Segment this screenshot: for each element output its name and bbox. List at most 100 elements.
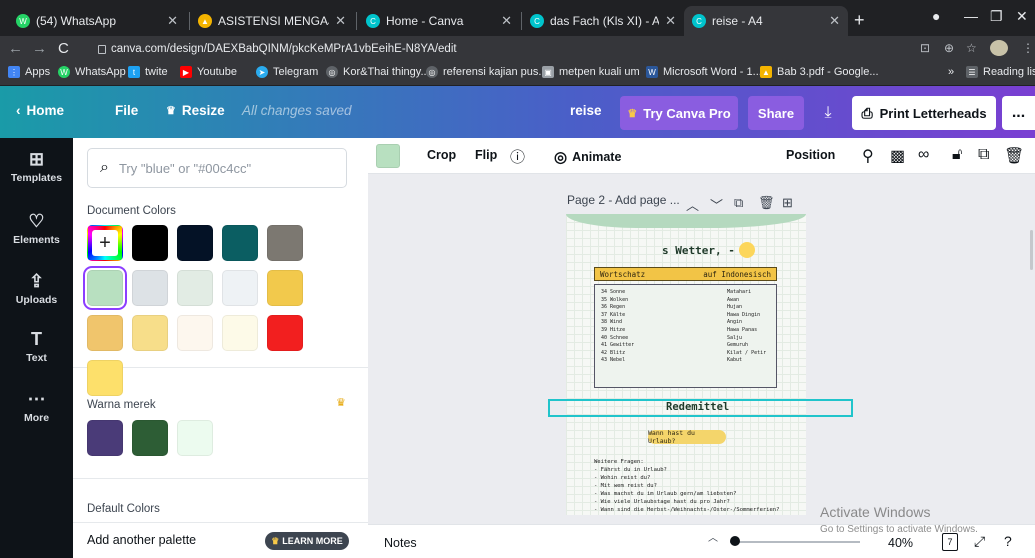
close-icon[interactable]: ✕ [335,13,346,29]
new-tab-button[interactable]: + [854,10,865,31]
learn-more-button[interactable]: ♛ LEARN MORE [265,532,349,550]
rail-item-elements[interactable]: ♡ Elements [0,212,73,246]
design-page[interactable]: s Wetter, - Wortschatz auf Indonesisch 3… [566,214,806,515]
try-canva-pro-button[interactable]: ♛ Try Canva Pro [620,96,738,130]
rail-item-more[interactable]: ⋯ More [0,390,73,424]
tab-home-canva[interactable]: C Home - Canva ✕ [358,6,520,36]
brand-color-swatch[interactable] [177,420,213,456]
url-field[interactable]: canva.com/design/DAEXBabQINM/pkcKeMPrA1v… [98,38,918,60]
color-swatch[interactable] [267,270,303,306]
link-icon[interactable]: ∞ [918,146,929,164]
star-icon[interactable]: ☆ [966,41,977,55]
color-swatch[interactable] [87,360,123,396]
page-title[interactable]: Page 2 - Add page ... [567,193,680,207]
lock-icon[interactable]: 🔓︎ [952,146,962,164]
bookmark-apps[interactable]: ⋮ Apps [8,66,50,78]
reading-list[interactable]: ☰ Reading list [966,66,1035,78]
color-swatch[interactable] [267,315,303,351]
zoom-value[interactable]: 40% [888,536,913,550]
wortschatz-header[interactable]: Wortschatz auf Indonesisch [594,267,777,281]
brand-color-swatch[interactable] [87,420,123,456]
trash-icon[interactable]: 🗑︎ [1004,146,1024,166]
rail-item-uploads[interactable]: ⇪ Uploads [0,272,73,306]
print-letterheads-button[interactable]: ⎙ Print Letterheads [852,96,996,130]
avatar[interactable] [990,40,1008,56]
animate-button[interactable]: ◎ Animate [554,148,621,166]
close-icon[interactable]: ✕ [501,13,512,29]
bookmarks-overflow[interactable]: » [948,66,954,78]
fill-color-swatch[interactable] [376,144,400,168]
color-swatch[interactable] [132,225,168,261]
color-swatch[interactable] [132,315,168,351]
color-swatch[interactable] [222,315,258,351]
vocab-box[interactable]: 34 Sonne Matahari 35 Wolken Awan 36 Regen Huj… [594,284,777,388]
info-icon[interactable]: ⓘ [510,146,525,167]
bookmark-bab3[interactable]: ▲ Bab 3.pdf - Google... [760,66,879,78]
add-color-button[interactable]: + [87,225,123,261]
color-swatch[interactable] [177,225,213,261]
profile-dot-icon[interactable]: ● [932,8,940,24]
forward-icon[interactable]: → [32,40,47,57]
duplicate-icon[interactable]: ⧉ [978,146,989,164]
tab-asistensi[interactable]: ▲ ASISTENSI MENGAJAR SMA ✕ [190,6,354,36]
color-swatch[interactable] [177,315,213,351]
zoom-icon[interactable]: ⊕ [944,41,954,55]
help-icon[interactable]: ? [1004,533,1012,549]
color-swatch[interactable] [177,270,213,306]
chevron-up-icon[interactable]: ︿ [708,529,718,544]
color-swatch[interactable] [267,225,303,261]
color-search-input[interactable]: ⌕ Try "blue" or "#00c4cc" [87,148,347,188]
color-swatch[interactable] [87,315,123,351]
brand-color-swatch[interactable] [132,420,168,456]
paint-roller-icon[interactable]: ⚲ [862,146,874,166]
bookmark-whatsapp[interactable]: W WhatsApp [58,66,126,78]
reload-icon[interactable]: C [58,40,69,57]
zoom-slider-handle[interactable] [730,536,740,546]
selection-box[interactable] [548,399,853,417]
translate-icon[interactable]: ⊡ [920,41,930,55]
close-icon[interactable]: ✕ [167,13,178,29]
bookmark-youtube[interactable]: ▶ Youtube [180,66,237,78]
bookmark-word[interactable]: W Microsoft Word - 1... [646,66,762,78]
chevron-down-icon[interactable]: ﹀ [710,195,723,214]
notes-button[interactable]: Notes [384,536,417,550]
transparency-icon[interactable]: ▩ [890,146,905,166]
bookmark-referensi[interactable]: ◎ referensi kajian pus... [426,66,548,78]
zoom-slider[interactable] [730,541,860,543]
add-page-icon[interactable]: ⊞ [782,195,793,211]
download-icon[interactable]: ⤓ [810,96,846,130]
question-pill[interactable]: Wann hast du Urlaub? [648,429,726,445]
color-swatch[interactable] [132,270,168,306]
file-menu[interactable]: File [115,103,138,118]
add-palette-link[interactable]: Add another palette [87,533,196,547]
menu-icon[interactable]: ⋮ [1022,41,1034,55]
rail-item-text[interactable]: T Text [0,330,73,364]
bookmark-kor-thai[interactable]: ◎ Kor&Thai thingy... [326,66,430,78]
bookmark-metpen[interactable]: ▣ metpen kuali um [542,66,640,78]
close-icon[interactable]: ✕ [829,13,840,29]
color-swatch[interactable] [87,270,123,306]
back-icon[interactable]: ← [8,40,23,57]
maximize-button[interactable]: ❐ [990,8,1003,25]
bookmark-twite[interactable]: t twite [128,66,168,78]
rail-item-templates[interactable]: ⊞ Templates [0,150,73,184]
color-swatch[interactable] [222,225,258,261]
tab-whatsapp[interactable]: W (54) WhatsApp ✕ [8,6,186,36]
share-button[interactable]: Share [748,96,804,130]
home-button[interactable]: ‹ Home [16,103,64,118]
position-button[interactable]: Position [786,148,835,162]
wetter-heading[interactable]: s Wetter, - [662,242,755,258]
resize-button[interactable]: ♛ Resize [166,103,225,118]
tab-das-fach[interactable]: C das Fach (Kls XI) - A4 ✕ [522,6,684,36]
close-icon[interactable]: ✕ [665,13,676,29]
weitere-fragen[interactable]: Weitere Fragen: - Fährst du in Urlaub? - W… [594,458,779,514]
chevron-up-icon[interactable]: ︿ [686,195,699,214]
document-title[interactable]: reise [570,103,602,118]
bookmark-telegram[interactable]: ➤ Telegram [256,66,318,78]
close-window-button[interactable]: ✕ [1016,8,1028,25]
flip-button[interactable]: Flip [475,148,497,162]
crop-button[interactable]: Crop [427,148,456,162]
more-options-button[interactable]: ... [1002,96,1035,130]
minimize-button[interactable]: — [964,8,978,24]
duplicate-page-icon[interactable]: ⧉ [734,195,743,211]
